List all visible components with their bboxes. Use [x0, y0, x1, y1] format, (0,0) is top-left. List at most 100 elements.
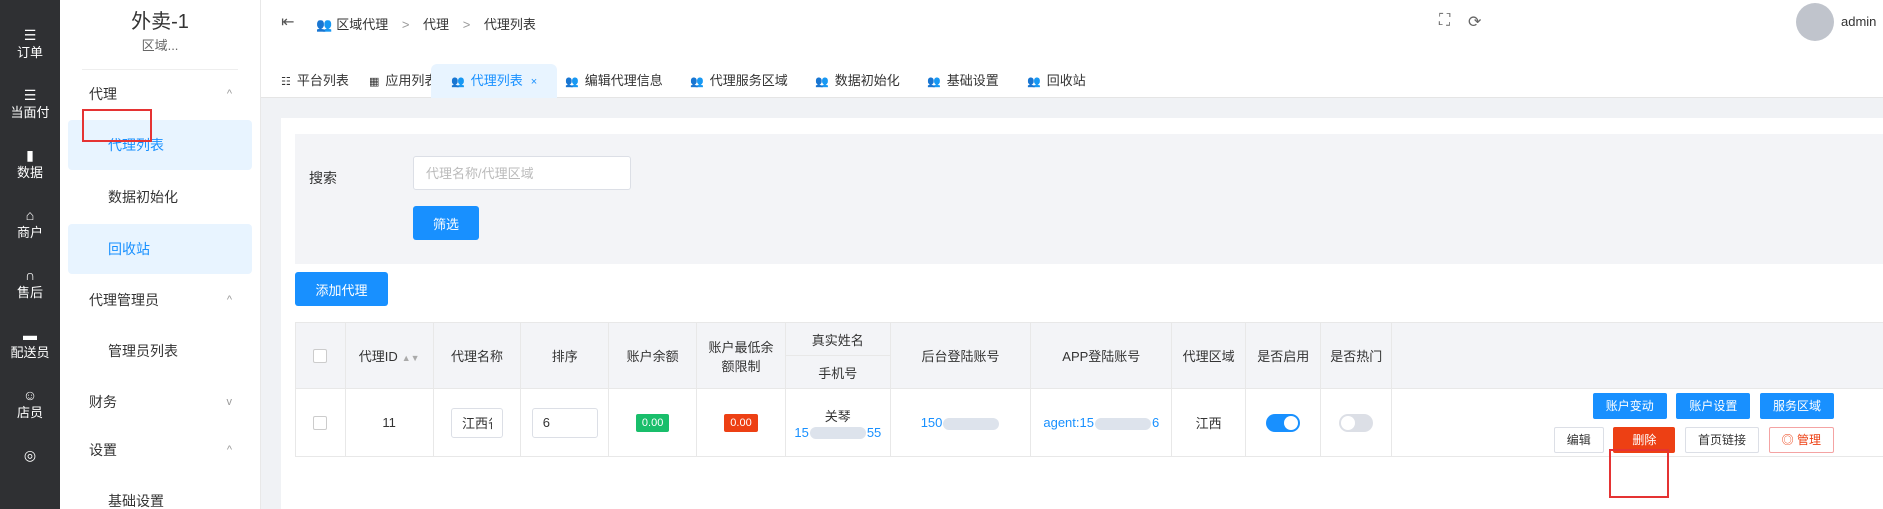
home-link-button[interactable]: 首页链接	[1685, 426, 1760, 453]
backend-prefix: 150	[920, 415, 943, 430]
tab-recycle-bin[interactable]: 👥 回收站	[1007, 64, 1106, 98]
menu-group-finance[interactable]: 财务 v	[60, 378, 260, 426]
col-app-account: APP登陆账号	[1030, 322, 1173, 389]
agent-table-wrap[interactable]: 代理ID ▲▼ 代理名称 排序 账户余额 账户最低余 额限制 真实姓名 后台登陆账号…	[295, 322, 1883, 509]
app-title: 外卖-1	[131, 11, 189, 33]
backend-account-link[interactable]: 150	[921, 415, 1001, 430]
account-settings-button[interactable]: 账户设置	[1676, 392, 1751, 419]
user-name[interactable]: admin	[1841, 14, 1876, 29]
tab-data-init[interactable]: 👥 数据初始化	[795, 64, 920, 98]
rail-label: 配送员	[10, 345, 50, 360]
row-select-cell	[295, 388, 346, 457]
menu-group-settings[interactable]: 设置 ^	[60, 426, 260, 474]
rail-item-more[interactable]: ◎	[0, 436, 60, 496]
add-agent-button[interactable]: 添加代理	[295, 272, 388, 306]
col-agent-id[interactable]: 代理ID ▲▼	[344, 322, 434, 389]
toggle-knob	[1341, 415, 1356, 430]
list-icon: ☰	[23, 27, 37, 43]
rail-item-courier[interactable]: ▬ 配送员	[0, 316, 60, 376]
list-icon: ☰	[23, 87, 37, 103]
enabled-cell	[1245, 388, 1322, 457]
tab-label: 回收站	[1046, 73, 1086, 88]
user-group-icon: ☺	[22, 387, 38, 403]
tab-basic-settings[interactable]: 👥 基础设置	[907, 64, 1019, 98]
masked-region	[809, 427, 866, 440]
menu-group-label: 代理	[89, 86, 117, 102]
col-enabled: 是否启用	[1245, 322, 1322, 389]
menu-item-data-init[interactable]: 数据初始化	[68, 172, 252, 222]
avatar[interactable]	[1796, 3, 1834, 41]
service-area-button[interactable]: 服务区域	[1759, 392, 1834, 419]
col-balance: 账户余额	[608, 322, 698, 389]
menu-item-recycle-bin[interactable]: 回收站	[68, 224, 252, 274]
masked-region	[943, 417, 1000, 430]
close-icon[interactable]: ×	[531, 76, 537, 88]
menu-group-agent[interactable]: 代理 ^	[60, 70, 260, 118]
chevron-down-icon: v	[226, 396, 233, 408]
tab-agent-service-area[interactable]: 👥 代理服务区域	[670, 64, 808, 98]
menu-group-agent-admin[interactable]: 代理管理员 ^	[60, 276, 260, 324]
fullscreen-icon[interactable]: ⛶	[1439, 12, 1450, 30]
rail-label: 店员	[16, 405, 43, 420]
search-input[interactable]	[413, 156, 631, 190]
account-change-button[interactable]: 账户变动	[1592, 392, 1667, 419]
rail-item-after-sales[interactable]: ∩ 售后	[0, 256, 60, 316]
select-all-cell	[295, 322, 346, 389]
main-rail: ☰ 订单 ☰ 当面付 ▮ 数据 ⌂ 商户 ∩ 售后 ▬ 配送员 ☺ 店员 ◎	[0, 0, 60, 509]
menu-item-admin-list[interactable]: 管理员列表	[68, 326, 252, 376]
select-all-checkbox[interactable]	[313, 349, 328, 364]
rail-label: 当面付	[10, 105, 50, 120]
tab-agent-list[interactable]: 👥 代理列表 ×	[431, 64, 558, 98]
menu-item-label: 基础设置	[108, 493, 164, 509]
breadcrumb-separator: >	[401, 17, 410, 32]
rail-item-data[interactable]: ▮ 数据	[0, 136, 60, 196]
hot-toggle[interactable]	[1339, 413, 1374, 432]
enabled-toggle[interactable]	[1266, 413, 1301, 432]
user-group-icon: 👥	[690, 76, 704, 88]
menu-item-label: 数据初始化	[108, 189, 178, 205]
menu-item-agent-list[interactable]: 代理列表	[68, 120, 252, 170]
app-prefix: agent:15	[1043, 415, 1094, 430]
rail-item-orders[interactable]: ☰ 订单	[0, 16, 60, 76]
table-row: 11 0.00 0.00 关琴 1555 150 agent:156 江西	[295, 388, 1883, 457]
breadcrumb-item[interactable]: 区域代理	[336, 17, 388, 32]
backend-account-cell: 150	[889, 388, 1032, 457]
sort-icon[interactable]: ▲▼	[402, 353, 420, 363]
collapse-menu-icon[interactable]: ⇤	[281, 12, 294, 32]
tab-edit-agent[interactable]: 👥 编辑代理信息	[545, 64, 683, 98]
top-header: ⇤ 👥 区域代理 > 代理 > 代理列表 ⛶ ⟳ admin	[261, 0, 1883, 44]
refresh-icon[interactable]: ⟳	[1468, 12, 1481, 32]
tab-label: 平台列表	[296, 73, 349, 88]
manage-button[interactable]: ◎ 管理	[1768, 426, 1834, 453]
chevron-up-icon: ^	[226, 88, 232, 100]
col-region: 代理区域	[1171, 322, 1247, 389]
app-account-link[interactable]: agent:15 6	[1043, 415, 1159, 430]
phone-link[interactable]: 15 55	[786, 425, 890, 440]
filter-button[interactable]: 筛选	[413, 206, 479, 240]
menu-item-basic-settings[interactable]: 基础设置	[68, 476, 252, 509]
breadcrumb: 👥 区域代理 > 代理 > 代理列表	[316, 14, 536, 33]
tab-label: 基础设置	[946, 73, 999, 88]
user-group-icon: 👥	[316, 17, 333, 32]
rail-item-merchant[interactable]: ⌂ 商户	[0, 196, 60, 256]
breadcrumb-item[interactable]: 代理	[423, 17, 449, 32]
agent-name-input[interactable]	[450, 407, 503, 438]
apps-icon: ▦	[369, 76, 380, 88]
row-checkbox[interactable]	[313, 416, 328, 431]
col-agent-name: 代理名称	[432, 322, 522, 389]
sort-input[interactable]	[531, 407, 598, 438]
col-min-balance: 账户最低余 额限制	[696, 322, 786, 389]
rail-item-face-pay[interactable]: ☰ 当面付	[0, 76, 60, 136]
edit-button[interactable]: 编辑	[1553, 426, 1604, 453]
col-operations: 操作	[1391, 322, 1883, 389]
submenu-header: 外卖-1 区域...	[82, 0, 238, 70]
tab-label: 数据初始化	[834, 73, 900, 88]
col-label: 代理ID	[358, 349, 398, 364]
agent-name-cell	[432, 388, 522, 457]
delete-button[interactable]: 删除	[1613, 426, 1676, 453]
bar-chart-icon: ▮	[26, 147, 34, 163]
breadcrumb-separator: >	[462, 17, 471, 32]
main-content: 搜索 筛选 添加代理 代理ID ▲▼ 代理名称 排序 账户余额 账户最低余额限制	[281, 118, 1883, 509]
rail-item-clerk[interactable]: ☺ 店员	[0, 376, 60, 436]
col-hot: 是否热门	[1320, 322, 1393, 389]
